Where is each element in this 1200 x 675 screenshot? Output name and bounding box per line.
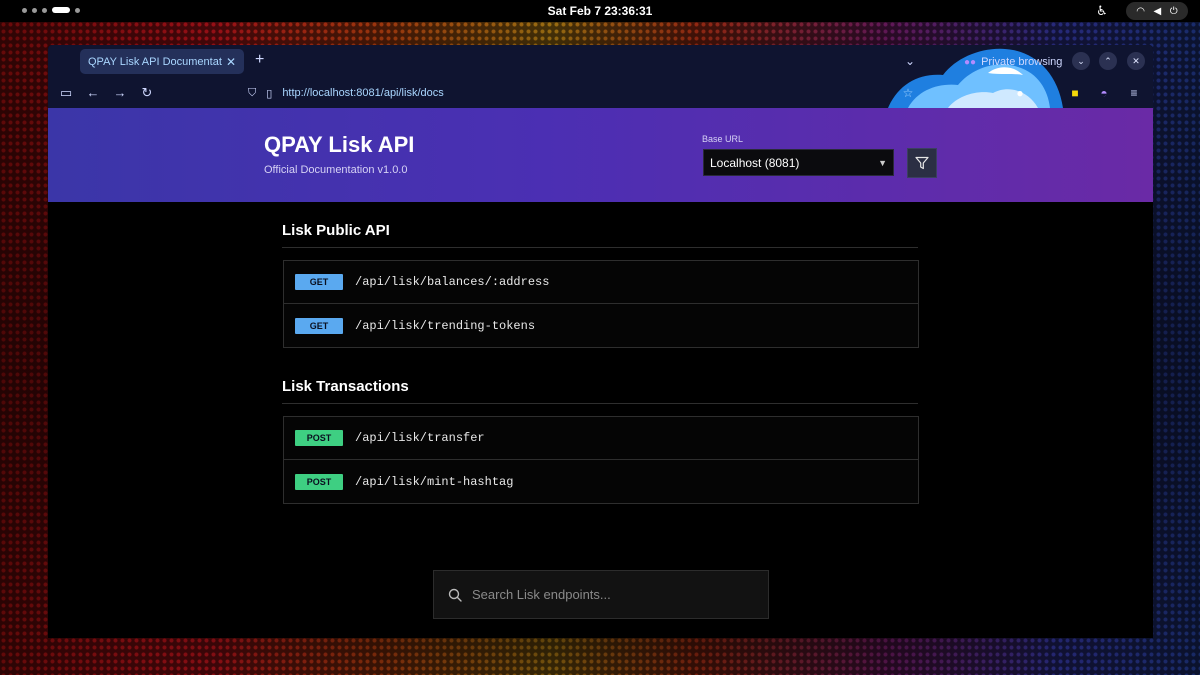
chevron-down-icon: ▼	[878, 157, 887, 168]
system-top-bar: Sat Feb 7 23:36:31 ♿ ◠ ◀ ⏻	[0, 0, 1200, 22]
list-tabs-icon[interactable]: ⌄	[905, 54, 915, 68]
private-browsing-indicator: ●● Private browsing	[964, 56, 1062, 68]
base-url-label: Base URL	[702, 134, 744, 144]
endpoint-path: /api/lisk/transfer	[355, 431, 485, 445]
forward-icon[interactable]: →	[112, 85, 128, 101]
volume-icon: ◀	[1153, 5, 1162, 17]
method-badge: POST	[295, 430, 343, 446]
endpoint-row[interactable]: GET /api/lisk/trending-tokens	[284, 304, 918, 347]
star-icon[interactable]: ☆	[900, 85, 916, 101]
private-browsing-label: Private browsing	[981, 56, 1063, 68]
accessibility-icon[interactable]: ♿	[1094, 3, 1110, 19]
panda-extension-icon[interactable]: ●	[1012, 85, 1028, 101]
browser-chrome: QPAY Lisk API Documentation ✕ + ⌄ ●● Pri…	[48, 45, 1153, 108]
system-tray[interactable]: ◠ ◀ ⏻	[1126, 2, 1188, 20]
page-title: QPAY Lisk API	[264, 132, 415, 157]
endpoint-search[interactable]	[433, 570, 769, 619]
wifi-icon: ◠	[1136, 5, 1145, 17]
endpoint-path: /api/lisk/trending-tokens	[355, 318, 536, 333]
back-icon[interactable]: ←	[85, 85, 101, 101]
page-icon: ▯	[266, 87, 273, 100]
clock[interactable]: Sat Feb 7 23:36:31	[0, 4, 1200, 18]
private-mask-icon: ●●	[964, 56, 977, 68]
section-title-public-api: Lisk Public API	[282, 222, 390, 239]
sidebar-icon[interactable]: ▭	[58, 85, 74, 101]
filter-icon	[915, 156, 929, 170]
endpoint-path: /api/lisk/mint-hashtag	[355, 474, 514, 489]
base-url-value: Localhost (8081)	[710, 155, 800, 170]
endpoint-list-transactions: POST /api/lisk/transfer POST /api/lisk/m…	[283, 416, 919, 504]
reload-icon[interactable]: ↻	[139, 85, 155, 101]
search-icon	[448, 588, 462, 602]
endpoint-row[interactable]: POST /api/lisk/transfer	[284, 417, 918, 460]
section-title-transactions: Lisk Transactions	[282, 378, 409, 395]
docs-header: QPAY Lisk API Official Documentation v1.…	[48, 108, 1153, 202]
close-tab-icon[interactable]: ✕	[226, 55, 236, 69]
browser-window: QPAY Lisk API Documentation ✕ + ⌄ ●● Pri…	[48, 45, 1153, 638]
tab-title: QPAY Lisk API Documentation	[88, 55, 222, 68]
shield-icon[interactable]: ⛉	[248, 87, 256, 100]
extension-icon[interactable]: ■	[1067, 85, 1083, 101]
endpoint-list-public: GET /api/lisk/balances/:address GET /api…	[283, 260, 919, 348]
new-tab-icon[interactable]: +	[255, 51, 264, 69]
ghost-extension-icon[interactable]: ◓	[1096, 85, 1112, 101]
method-badge: GET	[295, 317, 343, 334]
section-divider	[282, 403, 918, 404]
endpoint-row[interactable]: GET /api/lisk/balances/:address	[284, 261, 918, 304]
endpoint-path: /api/lisk/balances/:address	[355, 275, 550, 289]
menu-icon[interactable]: ≡	[1126, 85, 1142, 101]
power-icon: ⏻	[1169, 5, 1178, 17]
tab-api-docs[interactable]: QPAY Lisk API Documentation ✕	[80, 49, 244, 74]
method-badge: GET	[295, 274, 343, 290]
maximize-button[interactable]: ⌃	[1099, 52, 1117, 70]
base-url-select[interactable]: Localhost (8081) ▼	[703, 149, 894, 176]
address-bar[interactable]: ⛉ ▯ http://localhost:8081/api/lisk/docs	[248, 83, 748, 103]
method-badge: POST	[295, 473, 343, 490]
endpoint-row[interactable]: POST /api/lisk/mint-hashtag	[284, 460, 918, 503]
page-subtitle: Official Documentation v1.0.0	[264, 164, 408, 176]
search-input[interactable]	[472, 587, 752, 602]
url-text[interactable]: http://localhost:8081/api/lisk/docs	[282, 87, 443, 99]
filter-button[interactable]	[907, 148, 937, 178]
close-window-button[interactable]: ✕	[1127, 52, 1145, 70]
section-divider	[282, 247, 918, 248]
minimize-button[interactable]: ⌄	[1072, 52, 1090, 70]
